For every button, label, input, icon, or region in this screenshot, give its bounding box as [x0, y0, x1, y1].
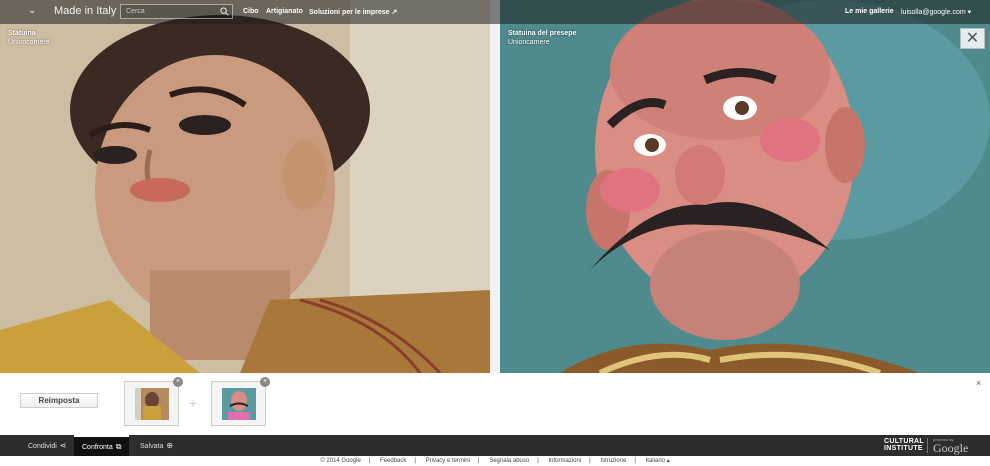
- external-link-icon: ↗: [391, 9, 398, 16]
- share-label: Condividi: [28, 443, 57, 450]
- bottom-toolbar: Condividi ⋖ Confronta ⧉ Salvata ⊕ CULTURAL …: [0, 435, 990, 456]
- compare-button[interactable]: Confronta ⧉: [74, 435, 130, 456]
- top-bar: ⌄ Made in Italy Cibo Artigianato Soluzio…: [0, 0, 990, 24]
- plus-icon: +: [189, 395, 198, 411]
- nav-link-soluzioni-label: Soluzioni per le imprese: [309, 9, 390, 16]
- cultural-institute-logo[interactable]: CULTURAL INSTITUTE: [884, 438, 924, 452]
- thumbnail-image: [222, 388, 256, 420]
- caption-right: Statuina del presepe Unioncamere: [508, 29, 576, 47]
- footer-link-info[interactable]: Informazioni: [548, 458, 581, 464]
- google-logo[interactable]: Google: [933, 441, 968, 456]
- footer-link-education[interactable]: Istruzione: [600, 458, 626, 464]
- reset-button[interactable]: Reimposta: [20, 393, 98, 408]
- search-icon[interactable]: [220, 7, 229, 16]
- footer-separator: |: [368, 458, 371, 464]
- my-galleries-link[interactable]: Le mie gallerie: [845, 8, 894, 15]
- compare-icon: ⧉: [115, 442, 122, 451]
- logo-divider: [927, 438, 928, 453]
- chevron-down-icon[interactable]: ⌄: [28, 6, 38, 16]
- saved-icon: ⊕: [166, 441, 174, 450]
- pane-divider: [490, 0, 500, 373]
- artwork-image-right[interactable]: [500, 0, 990, 373]
- compare-slot-1[interactable]: ×: [124, 377, 183, 426]
- figurine-young-face-illustration: [0, 0, 490, 373]
- nav-link-cibo[interactable]: Cibo: [243, 8, 259, 15]
- artwork-owner-right[interactable]: Unioncamere: [508, 38, 576, 47]
- remove-slot-2-icon[interactable]: ×: [260, 377, 270, 387]
- compare-tray: Reimposta × + × ×: [0, 373, 990, 435]
- close-compare-button[interactable]: ✕: [960, 28, 985, 49]
- nav-link-soluzioni[interactable]: Soluzioni per le imprese ↗: [309, 8, 397, 16]
- share-icon: ⋖: [59, 441, 67, 450]
- footer-link-feedback[interactable]: Feedback: [380, 458, 406, 464]
- search-input[interactable]: [120, 4, 233, 19]
- footer: © 2014 Google | Feedback | Privacy e termi…: [0, 456, 990, 466]
- footer-separator: |: [634, 458, 636, 464]
- remove-slot-1-icon[interactable]: ×: [173, 377, 183, 387]
- compare-slot-2[interactable]: ×: [211, 377, 270, 426]
- page-title[interactable]: Made in Italy: [54, 5, 116, 17]
- artwork-title-right[interactable]: Statuina del presepe: [508, 29, 576, 38]
- caption-left: Statuina Unioncamere: [8, 29, 50, 47]
- artwork-owner-left[interactable]: Unioncamere: [8, 38, 50, 47]
- artwork-title-left[interactable]: Statuina: [8, 29, 50, 38]
- footer-separator: |: [477, 458, 480, 464]
- figurine-old-man-illustration: [500, 0, 990, 373]
- footer-separator: |: [414, 458, 416, 464]
- footer-link-report-abuse[interactable]: Segnala abuso: [489, 458, 529, 464]
- saved-label: Salvata: [140, 443, 164, 450]
- footer-separator: |: [537, 458, 539, 464]
- footer-separator: |: [589, 458, 591, 464]
- footer-copyright: © 2014 Google: [320, 458, 361, 464]
- thumbnail-image: [135, 388, 169, 420]
- close-tray-icon[interactable]: ×: [976, 378, 981, 388]
- footer-link-privacy[interactable]: Privacy e termini: [426, 458, 470, 464]
- logo-line-2: INSTITUTE: [884, 445, 923, 452]
- compare-label: Confronta: [82, 444, 113, 451]
- user-account-menu[interactable]: luisolla@google.com ▾: [901, 8, 971, 16]
- saved-button[interactable]: Salvata ⊕: [132, 435, 181, 456]
- share-button[interactable]: Condividi ⋖: [20, 435, 75, 456]
- nav-link-artigianato[interactable]: Artigianato: [266, 8, 303, 15]
- artwork-image-left[interactable]: [0, 0, 490, 373]
- compare-view: Statuina Unioncamere Statuina del presep…: [0, 0, 990, 466]
- logo-line-1: CULTURAL: [884, 438, 924, 445]
- footer-language-select[interactable]: Italiano ▴: [646, 458, 670, 464]
